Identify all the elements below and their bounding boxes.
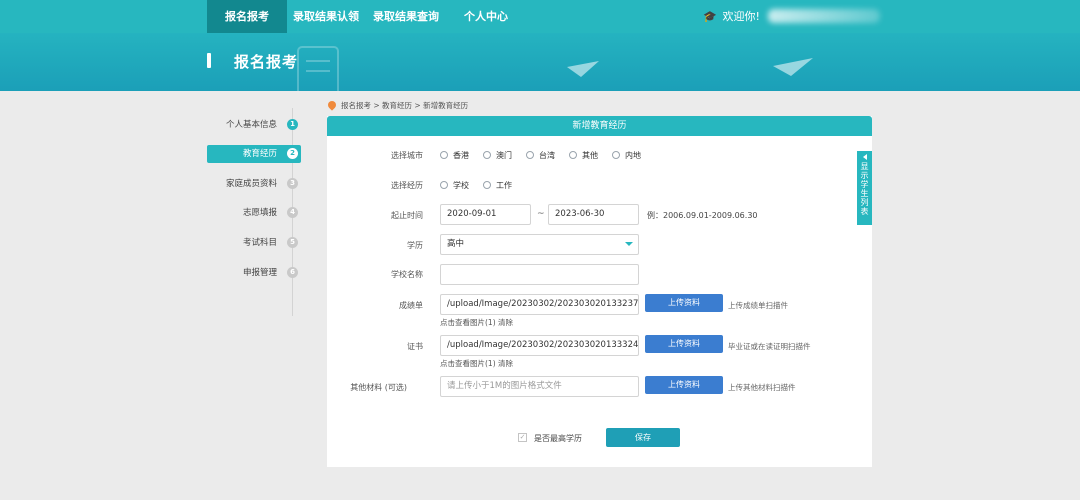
radio-circle xyxy=(483,151,491,159)
radio-hongkong[interactable]: 香港 xyxy=(440,150,469,161)
radio-label: 工作 xyxy=(496,181,512,190)
step-label: 申报管理 xyxy=(242,268,277,278)
panel-title: 新增教育经历 xyxy=(327,116,872,136)
end-date-input[interactable]: 2023-06-30 xyxy=(548,204,639,225)
school-name-input[interactable] xyxy=(440,264,639,285)
step-application-manage[interactable]: 申报管理 6 xyxy=(207,264,301,282)
date-range-separator: ~ xyxy=(537,209,545,219)
radio-macau[interactable]: 澳门 xyxy=(483,150,512,161)
chevron-left-icon xyxy=(862,154,867,160)
step-preferences[interactable]: 志愿填报 4 xyxy=(207,204,301,222)
other-materials-upload-button[interactable]: 上传资料 xyxy=(645,376,723,394)
paper-plane-icon xyxy=(773,58,813,76)
step-number: 6 xyxy=(287,267,298,278)
location-pin-icon xyxy=(326,99,338,111)
step-label: 家庭成员资料 xyxy=(225,179,277,189)
step-number: 5 xyxy=(287,237,298,248)
radio-circle xyxy=(483,181,491,189)
radio-other[interactable]: 其他 xyxy=(569,150,598,161)
decor-document-icon xyxy=(297,46,339,91)
nav-item-personal-center[interactable]: 个人中心 xyxy=(456,0,516,33)
radio-circle xyxy=(440,151,448,159)
step-label: 个人基本信息 xyxy=(225,120,277,130)
radio-circle xyxy=(612,151,620,159)
certificate-upload-button[interactable]: 上传资料 xyxy=(645,335,723,353)
page-title: 报名报考 xyxy=(234,53,299,71)
city-label: 选择城市 xyxy=(391,151,423,160)
degree-selected-value: 高中 xyxy=(447,239,465,249)
other-materials-input[interactable]: 请上传小于1M的图片格式文件 xyxy=(440,376,639,397)
radio-work[interactable]: 工作 xyxy=(483,180,512,191)
step-label: 考试科目 xyxy=(242,238,277,248)
radio-label: 澳门 xyxy=(496,151,512,160)
period-example: 例：2006.09.01-2009.06.30 xyxy=(647,211,758,220)
transcript-view-link[interactable]: 点击查看图片(1) 清除 xyxy=(440,317,513,328)
transcript-path-input[interactable]: /upload/Image/20230302/20230302013323791… xyxy=(440,294,639,315)
radio-mainland[interactable]: 内地 xyxy=(612,150,641,161)
blurred-username xyxy=(768,9,880,23)
radio-label: 学校 xyxy=(453,181,469,190)
radio-circle xyxy=(440,181,448,189)
step-number: 3 xyxy=(287,178,298,189)
graduation-cap-icon: 🎓 xyxy=(703,10,717,23)
breadcrumb: 报名报考 > 教育经历 > 新增教育经历 xyxy=(326,99,468,111)
highest-degree-checkbox[interactable]: ✓ xyxy=(518,433,527,442)
degree-select[interactable]: 高中 xyxy=(440,234,639,255)
certificate-label: 证书 xyxy=(407,342,423,351)
experience-type-label: 选择经历 xyxy=(391,181,423,190)
nav-item-admission-claim[interactable]: 录取结果认领 xyxy=(289,0,363,33)
top-nav: 报名报考 录取结果认领 录取结果查询 个人中心 🎓 欢迎你! xyxy=(0,0,1080,33)
certificate-hint: 毕业证或在读证明扫描件 xyxy=(728,342,811,351)
step-number: 1 xyxy=(287,119,298,130)
paper-plane-icon xyxy=(567,61,599,77)
school-name-label: 学校名称 xyxy=(391,270,423,279)
certificate-view-link[interactable]: 点击查看图片(1) 清除 xyxy=(440,358,513,369)
other-materials-hint: 上传其他材料扫描件 xyxy=(728,383,796,392)
start-date-input[interactable]: 2020-09-01 xyxy=(440,204,531,225)
page-banner: 报名报考 xyxy=(0,33,1080,91)
education-form-panel: 新增教育经历 选择城市 香港 澳门 台湾 其他 内地 选择经历 学校 工作 起止… xyxy=(327,116,872,467)
certificate-path-input[interactable]: /upload/Image/20230302/20230302013332487… xyxy=(440,335,639,356)
welcome-text: 欢迎你! xyxy=(722,10,760,23)
transcript-hint: 上传成绩单扫描件 xyxy=(728,301,788,310)
welcome-area: 🎓 欢迎你! xyxy=(703,0,760,33)
step-number: 2 xyxy=(287,148,298,159)
degree-label: 学历 xyxy=(407,241,423,250)
nav-item-register[interactable]: 报名报考 xyxy=(207,0,287,33)
nav-item-admission-query[interactable]: 录取结果查询 xyxy=(369,0,443,33)
step-family[interactable]: 家庭成员资料 3 xyxy=(207,175,301,193)
show-student-list-tab[interactable]: 显示学生列表 xyxy=(857,151,872,225)
chevron-down-icon xyxy=(625,242,633,246)
transcript-label: 成绩单 xyxy=(399,301,423,310)
save-button[interactable]: 保存 xyxy=(606,428,680,447)
step-basic-info[interactable]: 个人基本信息 1 xyxy=(207,116,301,134)
radio-circle xyxy=(526,151,534,159)
radio-label: 其他 xyxy=(582,151,598,160)
radio-taiwan[interactable]: 台湾 xyxy=(526,150,555,161)
other-materials-label: 其他材料 (可选) xyxy=(350,383,407,392)
period-label: 起止时间 xyxy=(391,211,423,220)
transcript-upload-button[interactable]: 上传资料 xyxy=(645,294,723,312)
step-exam-subjects[interactable]: 考试科目 5 xyxy=(207,234,301,252)
step-number: 4 xyxy=(287,207,298,218)
radio-circle xyxy=(569,151,577,159)
breadcrumb-text[interactable]: 报名报考 > 教育经历 > 新增教育经历 xyxy=(341,101,468,110)
radio-label: 台湾 xyxy=(539,151,555,160)
radio-label: 香港 xyxy=(453,151,469,160)
highest-degree-label: 是否最高学历 xyxy=(534,434,582,443)
step-label: 志愿填报 xyxy=(242,208,277,218)
step-label: 教育经历 xyxy=(242,149,277,159)
step-education[interactable]: 教育经历 2 xyxy=(207,145,301,163)
radio-label: 内地 xyxy=(625,151,641,160)
radio-school[interactable]: 学校 xyxy=(440,180,469,191)
title-accent-bar xyxy=(207,53,211,68)
show-student-list-label: 显示学生列表 xyxy=(860,162,869,216)
